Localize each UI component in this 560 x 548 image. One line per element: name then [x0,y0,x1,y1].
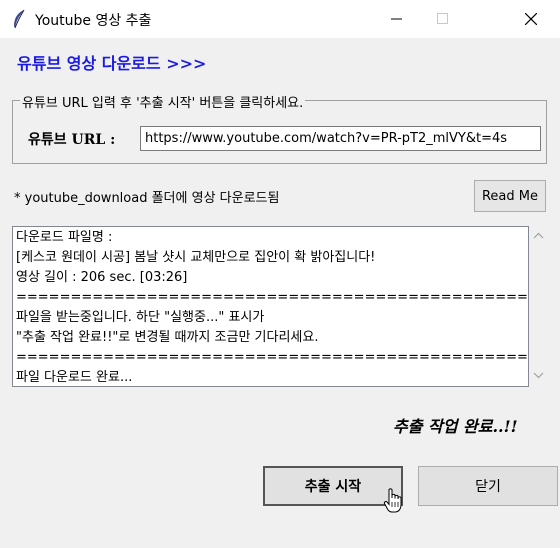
minimize-button[interactable] [374,0,420,38]
log-line: 다운로드 파일명 : [16,230,113,245]
page-heading: 유튜브 영상 다운로드 >>> [17,54,207,73]
log-line: [케스코 원데이 시공] 봄날 샷시 교체만으로 집안이 확 밝아집니다! [16,250,376,265]
url-group-legend: 유튜브 URL 입력 후 '추출 시작' 버튼을 클릭하세요. [20,92,306,111]
status-text: 추출 작업 완료..!! [393,417,518,436]
url-input[interactable] [140,126,541,151]
log-line: "추출 작업 완료!!"로 변경될 때까지 조금만 기다리세요. [16,330,319,345]
start-extract-button[interactable]: 추출 시작 [263,466,403,506]
feather-icon [14,9,25,29]
log-scrollbar[interactable] [529,226,548,387]
close-icon [525,13,537,25]
chevron-down-icon[interactable] [533,372,544,379]
download-folder-note: * youtube_download 폴더에 영상 다운로드됨 [14,191,280,206]
log-line: ========================================… [16,290,529,305]
hand-cursor-icon [383,488,402,513]
chevron-up-icon[interactable] [533,232,544,239]
title-bar: Youtube 영상 추출 [0,0,560,38]
window-title: Youtube 영상 추출 [35,13,152,29]
close-window-button[interactable] [508,0,554,38]
log-line: 영상 길이 : 206 sec. [03:26] [16,270,188,285]
read-me-button[interactable]: Read Me [474,180,546,212]
close-button[interactable]: 닫기 [418,466,558,506]
log-textarea[interactable]: 다운로드 파일명 : [케스코 원데이 시공] 봄날 샷시 교체만으로 집안이 … [12,226,529,387]
log-line: 파일을 받는중입니다. 하단 "실행중..." 표시가 [16,310,265,325]
maximize-button[interactable] [420,0,466,38]
log-line: ========================================… [16,350,529,365]
maximize-icon [437,13,448,24]
url-label: 유튜브 URL : [28,132,116,148]
minimize-icon [391,18,402,20]
log-line: 파일 다운로드 완료... [16,370,133,385]
